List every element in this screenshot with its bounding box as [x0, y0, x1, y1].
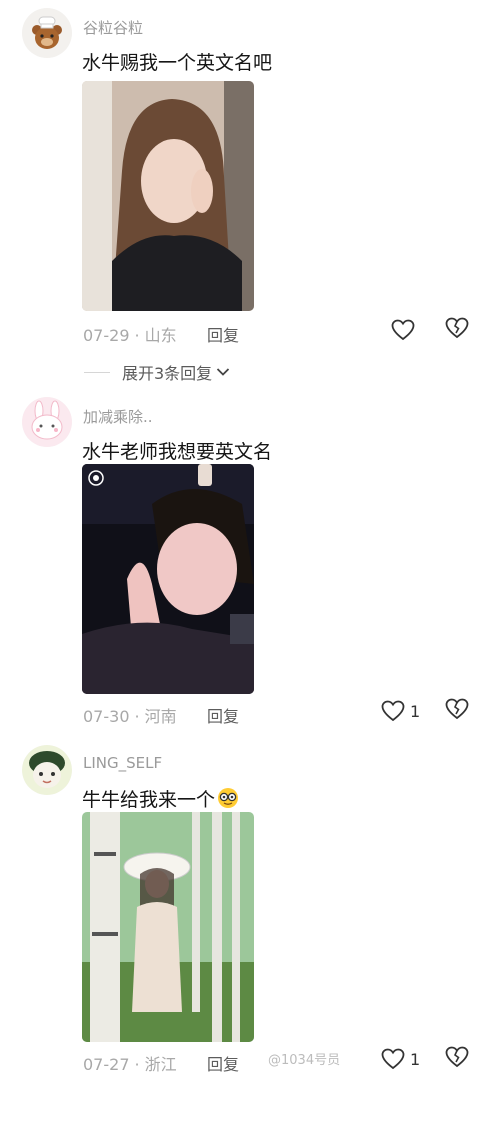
- comment-text-content: 牛牛给我来一个: [82, 789, 216, 811]
- comment-photo[interactable]: [82, 812, 254, 1042]
- like-count: 1: [410, 701, 421, 721]
- dislike-button[interactable]: [445, 698, 469, 724]
- nerd-face-emoji-icon: [218, 788, 239, 808]
- username[interactable]: 谷粒谷粒: [83, 17, 143, 38]
- comment-text: 水牛老师我想要英文名: [82, 441, 273, 463]
- reply-button[interactable]: 回复: [207, 322, 239, 346]
- watermark: @1034号员: [268, 1053, 341, 1068]
- cartoon-avatar-icon: [22, 745, 72, 795]
- comment-meta: 07-30 · 河南: [83, 703, 177, 727]
- chevron-down-icon: [217, 368, 230, 376]
- comment-date: 07-27: [83, 1055, 130, 1074]
- comment-date: 07-29: [83, 326, 130, 345]
- comment-location: 河南: [144, 707, 177, 726]
- expand-replies-label: 展开3条回复: [122, 364, 213, 383]
- comment-date: 07-30: [83, 707, 130, 726]
- comment-location: 浙江: [144, 1055, 177, 1074]
- comment-item: 加减乘除.. 水牛老师我想要英文名 07-30 · 河南 回复 1: [0, 397, 496, 777]
- heart-icon: [381, 700, 405, 722]
- comment-meta: 07-29 · 山东: [83, 322, 177, 346]
- comment-photo[interactable]: [82, 81, 254, 311]
- avatar[interactable]: [22, 8, 72, 58]
- comment-text: 牛牛给我来一个: [82, 785, 239, 812]
- reply-button[interactable]: 回复: [207, 703, 239, 727]
- separator: ·: [134, 707, 140, 726]
- expand-replies-button[interactable]: 展开3条回复: [84, 360, 230, 384]
- avatar[interactable]: [22, 745, 72, 795]
- username[interactable]: 加减乘除..: [83, 406, 153, 427]
- like-button[interactable]: 1: [381, 697, 420, 725]
- heart-icon: [391, 319, 415, 341]
- comment-photo[interactable]: [82, 464, 254, 694]
- comment-location: 山东: [144, 326, 177, 345]
- divider: [84, 371, 110, 373]
- dislike-button[interactable]: [445, 317, 469, 343]
- comment-meta: 07-27 · 浙江: [83, 1051, 177, 1075]
- reply-button[interactable]: 回复: [207, 1051, 239, 1075]
- avatar[interactable]: [22, 397, 72, 447]
- broken-heart-icon: [445, 317, 469, 339]
- like-count: 1: [410, 1049, 421, 1069]
- comment-text: 水牛赐我一个英文名吧: [82, 52, 273, 74]
- dislike-button[interactable]: [445, 1046, 469, 1072]
- separator: ·: [134, 326, 140, 345]
- comment-item: 谷粒谷粒 水牛赐我一个英文名吧 07-29 · 山东 回复 展开3条回复: [0, 8, 496, 388]
- heart-icon: [381, 1048, 405, 1070]
- username[interactable]: LING_SELF: [83, 754, 162, 772]
- like-button[interactable]: 1: [381, 1045, 420, 1073]
- comment-item: LING_SELF 牛牛给我来一个 07-27 · 浙江 回复 1: [0, 745, 496, 1125]
- separator: ·: [134, 1055, 140, 1074]
- bear-avatar-icon: [22, 8, 72, 58]
- broken-heart-icon: [445, 698, 469, 720]
- like-button[interactable]: [391, 316, 420, 344]
- broken-heart-icon: [445, 1046, 469, 1068]
- bunny-avatar-icon: [22, 397, 72, 447]
